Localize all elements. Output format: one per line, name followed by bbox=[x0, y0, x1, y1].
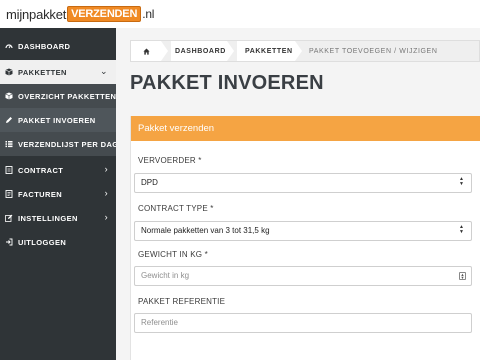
chevron-right-icon: › bbox=[104, 164, 108, 174]
box-icon bbox=[5, 68, 13, 76]
contract-type-value: Normale pakketten van 3 tot 31,5 kg bbox=[141, 226, 270, 235]
breadcrumb-separator bbox=[161, 41, 168, 61]
breadcrumb-dashboard[interactable]: DASHBOARD bbox=[175, 41, 226, 61]
sidebar-item-instellingen[interactable]: INSTELLINGEN › bbox=[0, 206, 116, 230]
breadcrumb-pakketten[interactable]: PAKKETTEN bbox=[245, 41, 293, 61]
logo-suffix: .nl bbox=[142, 7, 155, 21]
number-spinner-icon[interactable]: ▲ ▼ bbox=[459, 272, 466, 280]
weight-label: GEWICHT IN KG * bbox=[138, 250, 208, 259]
sidebar-item-overzicht-pakketten[interactable]: OVERZICHT PAKKETTEN bbox=[0, 84, 116, 108]
contract-type-label: CONTRACT TYPE * bbox=[138, 204, 214, 213]
select-arrows-icon: ▲ ▼ bbox=[459, 224, 464, 235]
sidebar-item-label: OVERZICHT PAKKETTEN bbox=[18, 92, 117, 101]
reference-input[interactable]: Referentie bbox=[134, 313, 472, 333]
sidebar-item-verzendlijst[interactable]: VERZENDLIJST PER DAG bbox=[0, 132, 119, 156]
sidebar-item-label: VERZENDLIJST PER DAG bbox=[18, 140, 119, 149]
sidebar-item-label: PAKKET INVOEREN bbox=[18, 116, 96, 125]
box-open-icon bbox=[5, 92, 13, 100]
sidebar-item-label: PAKKETTEN bbox=[18, 68, 67, 77]
sidebar-item-dashboard[interactable]: DASHBOARD bbox=[0, 34, 116, 58]
speedometer-icon bbox=[5, 44, 13, 49]
reference-label: PAKKET REFERENTIE bbox=[138, 297, 226, 306]
breadcrumb: DASHBOARD PAKKETTEN PAKKET TOEVOEGEN / W… bbox=[130, 40, 480, 62]
home-icon bbox=[142, 47, 150, 55]
invoice-icon bbox=[5, 190, 13, 198]
breadcrumb-separator bbox=[295, 41, 302, 61]
page-title: PAKKET INVOEREN bbox=[130, 72, 324, 94]
main-content: DASHBOARD PAKKETTEN PAKKET TOEVOEGEN / W… bbox=[116, 28, 480, 360]
logout-icon bbox=[6, 238, 13, 246]
sidebar-item-contract[interactable]: CONTRACT › bbox=[0, 158, 116, 182]
carrier-select[interactable]: DPD ▲ ▼ bbox=[134, 173, 472, 193]
form-panel: Pakket verzenden VERVOERDER * DPD ▲ ▼ CON… bbox=[130, 116, 480, 360]
sidebar-item-label: INSTELLINGEN bbox=[18, 214, 78, 223]
breadcrumb-separator bbox=[227, 41, 234, 61]
sidebar-item-pakketten[interactable]: PAKKETTEN ⌄ bbox=[0, 60, 116, 84]
panel-title: Pakket verzenden bbox=[131, 116, 480, 141]
weight-input[interactable]: Gewicht in kg ▲ ▼ bbox=[134, 266, 472, 286]
sidebar-item-facturen[interactable]: FACTUREN › bbox=[0, 182, 116, 206]
sidebar-item-uitloggen[interactable]: UITLOGGEN bbox=[0, 230, 116, 254]
logo-prefix: mijnpakket bbox=[6, 6, 67, 22]
edit-icon bbox=[5, 214, 13, 222]
chevron-right-icon: › bbox=[104, 212, 108, 222]
select-arrows-icon: ▲ ▼ bbox=[459, 176, 464, 187]
site-logo[interactable]: mijnpakket VERZENDEN .nl bbox=[6, 4, 154, 24]
list-icon bbox=[5, 141, 13, 148]
chevron-right-icon: › bbox=[104, 188, 108, 198]
contract-type-select[interactable]: Normale pakketten van 3 tot 31,5 kg ▲ ▼ bbox=[134, 221, 472, 241]
document-icon bbox=[5, 166, 13, 174]
breadcrumb-home[interactable] bbox=[131, 41, 161, 61]
top-header: mijnpakket VERZENDEN .nl bbox=[0, 0, 480, 28]
carrier-select-value: DPD bbox=[141, 178, 158, 187]
carrier-label: VERVOERDER * bbox=[138, 156, 202, 165]
sidebar-item-label: DASHBOARD bbox=[18, 42, 71, 51]
pencil-icon bbox=[6, 117, 12, 123]
sidebar-item-pakket-invoeren[interactable]: PAKKET INVOEREN bbox=[0, 108, 116, 132]
chevron-down-icon: ⌄ bbox=[100, 66, 108, 76]
breadcrumb-current: PAKKET TOEVOEGEN / WIJZIGEN bbox=[309, 47, 438, 55]
sidebar-item-label: CONTRACT bbox=[18, 166, 64, 175]
logo-box: VERZENDEN bbox=[67, 6, 142, 22]
weight-placeholder: Gewicht in kg bbox=[141, 271, 190, 280]
reference-placeholder: Referentie bbox=[141, 318, 178, 327]
sidebar: DASHBOARD PAKKETTEN ⌄ OVERZICHT PAKKETTE… bbox=[0, 28, 119, 360]
sidebar-item-label: UITLOGGEN bbox=[18, 238, 67, 247]
sidebar-item-label: FACTUREN bbox=[18, 190, 63, 199]
